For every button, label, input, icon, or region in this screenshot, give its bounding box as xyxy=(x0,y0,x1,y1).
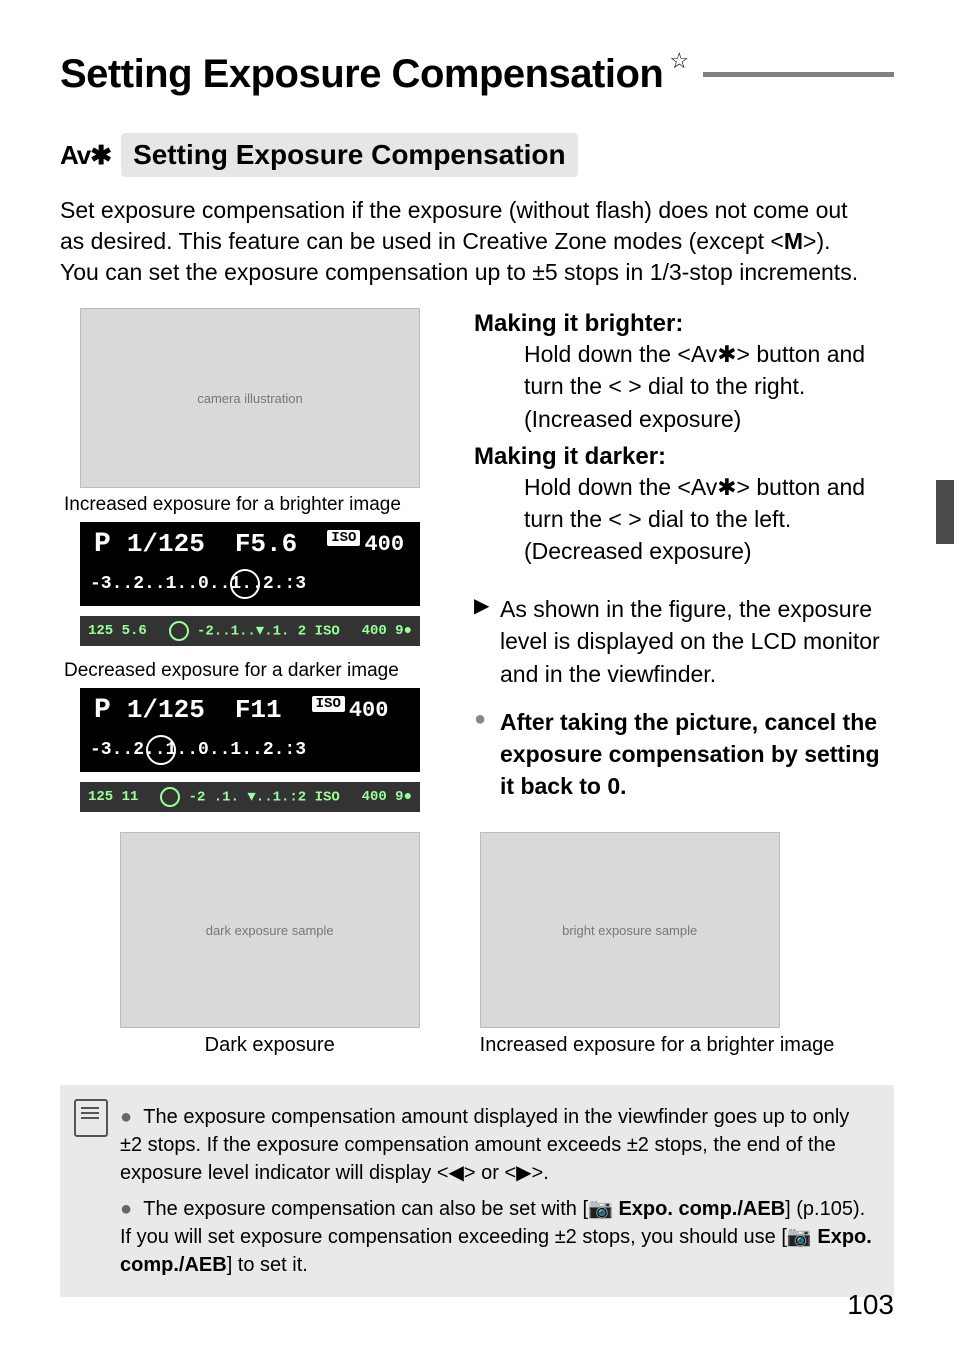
viewfinder-darker: 125 11 -2 .1. ▼..1.:2 ISO 400 9● xyxy=(80,782,420,812)
viewfinder-brighter: 125 5.6 -2..1..▼.1. 2 ISO 400 9● xyxy=(80,616,420,646)
bullet-icon: ● xyxy=(120,1106,132,1128)
bullet-text: As shown in the figure, the exposure lev… xyxy=(500,593,894,690)
lcd-aperture: F11 xyxy=(235,695,312,725)
lcd-scale: -3..2..1..0..1..2.:3 xyxy=(80,566,420,602)
photo-block-dark: dark exposure sample Dark exposure xyxy=(120,832,420,1057)
right-column: Making it brighter: Hold down the <Av✱> … xyxy=(440,308,894,812)
two-column: camera illustration Increased exposure f… xyxy=(60,308,894,812)
vf-mid-text: -2..1..▼.1. 2 ISO xyxy=(197,624,340,640)
subhead-row: Av✱ Setting Exposure Compensation xyxy=(60,133,894,177)
body-darker: Hold down the <Av✱> button and turn the … xyxy=(524,471,894,568)
note-item: ● The exposure compensation can also be … xyxy=(120,1195,874,1279)
intro-line: >). xyxy=(803,228,830,254)
circle-icon: ● xyxy=(474,706,500,803)
intro-line: Set exposure compensation if the exposur… xyxy=(60,197,848,223)
left-column: camera illustration Increased exposure f… xyxy=(60,308,440,812)
text-line: Hold down the <Av✱> button and xyxy=(524,474,865,500)
sample-photo-dark: dark exposure sample xyxy=(120,832,420,1028)
lcd-iso-tag: ISO xyxy=(327,530,360,546)
caption-darker: Decreased exposure for a darker image xyxy=(60,660,440,682)
note-text: The exposure compensation can also be se… xyxy=(143,1198,588,1220)
lcd-row1: P 1/125 F5.6 ISO 400 xyxy=(80,522,420,566)
mode-m-icon: M xyxy=(784,228,803,254)
note-box: ● The exposure compensation amount displ… xyxy=(60,1085,894,1297)
lcd-shutter: 1/125 xyxy=(127,695,235,725)
camera-illustration: camera illustration xyxy=(80,308,420,488)
vf-left: 125 5.6 xyxy=(88,623,147,639)
note-item: ● The exposure compensation amount displ… xyxy=(120,1103,874,1187)
triangle-icon: ▶ xyxy=(474,593,500,690)
av-comp-icon: Av✱ xyxy=(60,140,111,171)
photo-caption-dark: Dark exposure xyxy=(120,1034,420,1057)
menu-ref: 📷 Expo. comp./AEB xyxy=(588,1198,785,1220)
photo-row: dark exposure sample Dark exposure brigh… xyxy=(60,832,894,1057)
title-rule xyxy=(703,72,894,77)
note-text: The exposure compensation amount display… xyxy=(120,1106,849,1184)
bullet-text-bold: After taking the picture, cancel the exp… xyxy=(500,706,894,803)
vf-marker-icon xyxy=(160,787,180,807)
caption-brighter: Increased exposure for a brighter image xyxy=(60,494,440,516)
side-tab xyxy=(936,480,954,544)
lcd-iso-value: 400 xyxy=(349,698,389,723)
lcd-scale-marker-icon xyxy=(146,735,176,765)
lcd-row1: P 1/125 F11 ISO 400 xyxy=(80,688,420,732)
vf-right: 400 9● xyxy=(362,789,412,805)
text-line: Hold down the <Av✱> button and xyxy=(524,341,865,367)
sample-photo-bright: bright exposure sample xyxy=(480,832,780,1028)
intro-paragraph: Set exposure compensation if the exposur… xyxy=(60,195,894,288)
vf-right: 400 9● xyxy=(362,623,412,639)
lcd-scale-text: -3..2..1..0..1..2.:3 xyxy=(90,574,306,594)
vf-mid: -2..1..▼.1. 2 ISO xyxy=(147,621,362,641)
intro-line: You can set the exposure compensation up… xyxy=(60,259,858,285)
heading-brighter: Making it brighter: xyxy=(474,310,894,338)
intro-line: as desired. This feature can be used in … xyxy=(60,228,784,254)
page-title: Setting Exposure Compensation xyxy=(60,52,663,97)
body-brighter: Hold down the <Av✱> button and turn the … xyxy=(524,338,894,435)
vf-left: 125 11 xyxy=(88,789,138,805)
page-number: 103 xyxy=(847,1289,894,1321)
lcd-mode: P xyxy=(80,695,127,726)
section-subhead: Setting Exposure Compensation xyxy=(121,133,578,177)
text-line: (Decreased exposure) xyxy=(524,538,752,564)
text-line: (Increased exposure) xyxy=(524,406,741,432)
title-row: Setting Exposure Compensation ☆ xyxy=(60,52,894,97)
vf-mid: -2 .1. ▼..1.:2 ISO xyxy=(138,787,361,807)
photo-caption-bright: Increased exposure for a brighter image xyxy=(480,1034,835,1057)
lcd-aperture: F5.6 xyxy=(235,529,327,559)
star-icon: ☆ xyxy=(669,48,689,74)
bullet-triangle: ▶ As shown in the figure, the exposure l… xyxy=(474,593,894,690)
lcd-scale-text: -3..2..1..0..1..2.:3 xyxy=(90,740,306,760)
lcd-scale: -3..2..1..0..1..2.:3 xyxy=(80,732,420,768)
text-line: turn the < > dial to the right. xyxy=(524,373,805,399)
text-line: turn the < > dial to the left. xyxy=(524,506,791,532)
page: Setting Exposure Compensation ☆ Av✱ Sett… xyxy=(0,0,954,1345)
lcd-shutter: 1/125 xyxy=(127,529,235,559)
bullet-circle: ● After taking the picture, cancel the e… xyxy=(474,706,894,803)
vf-marker-icon xyxy=(169,621,189,641)
lcd-scale-marker-icon xyxy=(230,569,260,599)
photo-block-bright: bright exposure sample Increased exposur… xyxy=(480,832,835,1057)
lcd-display-darker: P 1/125 F11 ISO 400 -3..2..1..0..1..2.:3 xyxy=(80,688,420,772)
bullet-icon: ● xyxy=(120,1198,132,1220)
lcd-mode: P xyxy=(80,529,127,560)
note-text: ] to set it. xyxy=(227,1254,308,1276)
vf-mid-text: -2 .1. ▼..1.:2 ISO xyxy=(189,790,340,806)
lcd-display-brighter: P 1/125 F5.6 ISO 400 -3..2..1..0..1..2.:… xyxy=(80,522,420,606)
lcd-iso-value: 400 xyxy=(364,532,404,557)
lcd-iso-tag: ISO xyxy=(312,696,345,712)
heading-darker: Making it darker: xyxy=(474,443,894,471)
note-icon xyxy=(74,1099,108,1137)
